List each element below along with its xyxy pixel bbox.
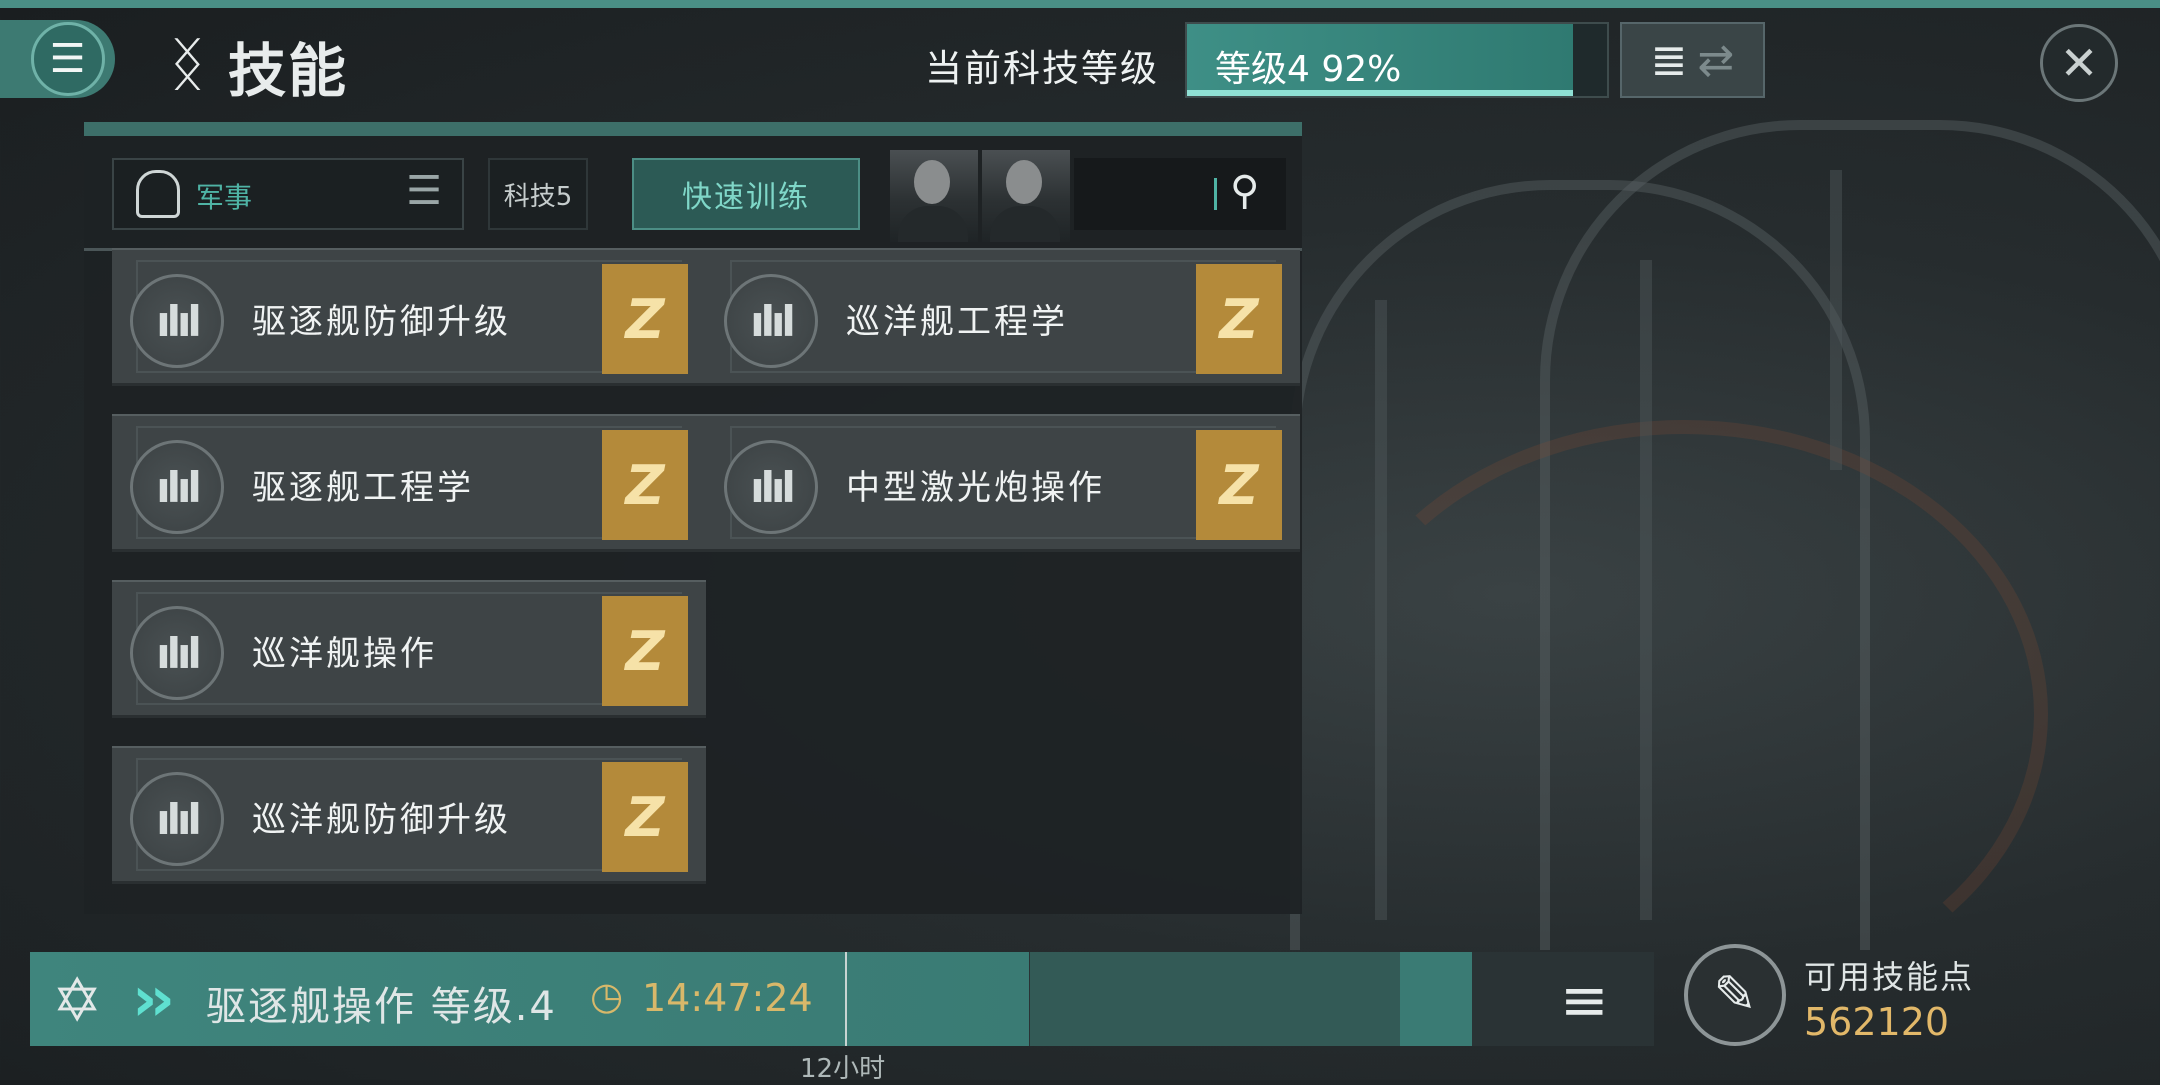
character-portraits xyxy=(890,150,1070,242)
skill-card[interactable]: ılıl 中型激光炮操作 Z xyxy=(706,414,1300,552)
tech-level-bar: 等级4 92% xyxy=(1185,22,1609,98)
background-glow xyxy=(1320,420,2048,1008)
text-caret xyxy=(1214,178,1217,210)
close-icon: ✕ xyxy=(2059,36,2099,90)
skill-badge[interactable]: Z xyxy=(1196,430,1282,540)
skill-name: 中型激光炮操作 xyxy=(846,468,1105,508)
background-stripe xyxy=(1830,170,1842,470)
skill-points-label: 可用技能点 xyxy=(1804,958,1975,996)
skills-panel: 军事 ☰ 科技5 快速训练 ⚲ ılıl 驱逐舰防御升级 Z ılıl 巡洋舰工… xyxy=(84,122,1302,914)
clock-icon: ◷ xyxy=(590,974,624,1018)
page-title: 技能 xyxy=(228,37,349,105)
skill-points-value: 562120 xyxy=(1804,1000,1950,1044)
view-toggle-button[interactable]: ≣ ⇄ xyxy=(1620,22,1765,98)
top-accent-line xyxy=(0,0,2160,8)
category-select[interactable]: 军事 ☰ xyxy=(112,158,464,230)
tech-level-chip[interactable]: 科技5 xyxy=(488,158,588,230)
ship-icon: ılıl xyxy=(130,440,224,534)
ship-icon: ılıl xyxy=(130,606,224,700)
list-icon: ☰ xyxy=(406,168,442,214)
search-icon[interactable]: ⚲ xyxy=(1230,168,1259,214)
background-stripe xyxy=(1375,300,1387,920)
portrait xyxy=(982,150,1070,242)
skill-badge[interactable]: Z xyxy=(602,430,688,540)
skill-card[interactable]: ılıl 驱逐舰防御升级 Z xyxy=(112,248,706,386)
main-menu-button[interactable]: ☰ xyxy=(0,20,115,98)
skill-card[interactable]: ılıl 巡洋舰工程学 Z xyxy=(706,248,1300,386)
category-label: 军事 xyxy=(196,181,253,214)
skill-name: 驱逐舰防御升级 xyxy=(252,302,511,342)
portrait xyxy=(890,150,978,242)
queue-menu-icon[interactable]: ≡ xyxy=(1560,966,1609,1034)
queue-timer: 14:47:24 xyxy=(642,976,813,1020)
skill-point-icon[interactable]: ✎ xyxy=(1684,944,1786,1046)
tech-level-text: 等级4 92% xyxy=(1215,49,1402,90)
skill-name: 驱逐舰工程学 xyxy=(252,468,474,508)
queue-marker-label: 12小时 xyxy=(800,1054,886,1084)
filter-bar: 军事 ☰ 科技5 快速训练 ⚲ xyxy=(84,136,1302,251)
quick-train-button[interactable]: 快速训练 xyxy=(632,158,860,230)
swap-icon: ⇄ xyxy=(1697,34,1735,86)
skill-name: 巡洋舰防御升级 xyxy=(252,800,511,840)
skill-card[interactable]: ılıl 巡洋舰操作 Z xyxy=(112,580,706,718)
injector-icon: ✎ xyxy=(1713,965,1757,1025)
person-icon xyxy=(136,170,180,218)
search-input[interactable]: ⚲ xyxy=(1074,158,1286,230)
atom-icon: ✡ xyxy=(52,966,103,1036)
skill-card[interactable]: ılıl 驱逐舰工程学 Z xyxy=(112,414,706,552)
queue-segment xyxy=(1400,952,1472,1046)
ship-icon: ılıl xyxy=(724,440,818,534)
skill-badge[interactable]: Z xyxy=(602,762,688,872)
training-queue-bar[interactable]: ✡ ›› 驱逐舰操作 等级.4 ◷ 14:47:24 ≡ xyxy=(30,952,1654,1046)
dna-icon: ᛝ xyxy=(170,30,205,98)
double-chevron-icon: ›› xyxy=(132,962,175,1035)
tech-level-label: 当前科技等级 xyxy=(925,47,1159,90)
skill-badge[interactable]: Z xyxy=(602,596,688,706)
skill-name: 巡洋舰操作 xyxy=(252,634,437,674)
close-button[interactable]: ✕ xyxy=(2040,24,2118,102)
queue-segment xyxy=(1030,952,1400,1046)
twelve-hour-marker xyxy=(845,952,847,1046)
list-view-icon: ≣ xyxy=(1650,34,1688,86)
queue-skill-name: 驱逐舰操作 等级.4 xyxy=(206,984,557,1030)
skill-card[interactable]: ılıl 巡洋舰防御升级 Z xyxy=(112,746,706,884)
panel-header-bar xyxy=(84,122,1302,136)
skill-badge[interactable]: Z xyxy=(602,264,688,374)
ship-icon: ılıl xyxy=(724,274,818,368)
background-stripe xyxy=(1640,260,1652,920)
ship-icon: ılıl xyxy=(130,772,224,866)
skill-name: 巡洋舰工程学 xyxy=(846,302,1068,342)
hamburger-icon: ☰ xyxy=(30,22,105,96)
ship-icon: ılıl xyxy=(130,274,224,368)
skill-badge[interactable]: Z xyxy=(1196,264,1282,374)
